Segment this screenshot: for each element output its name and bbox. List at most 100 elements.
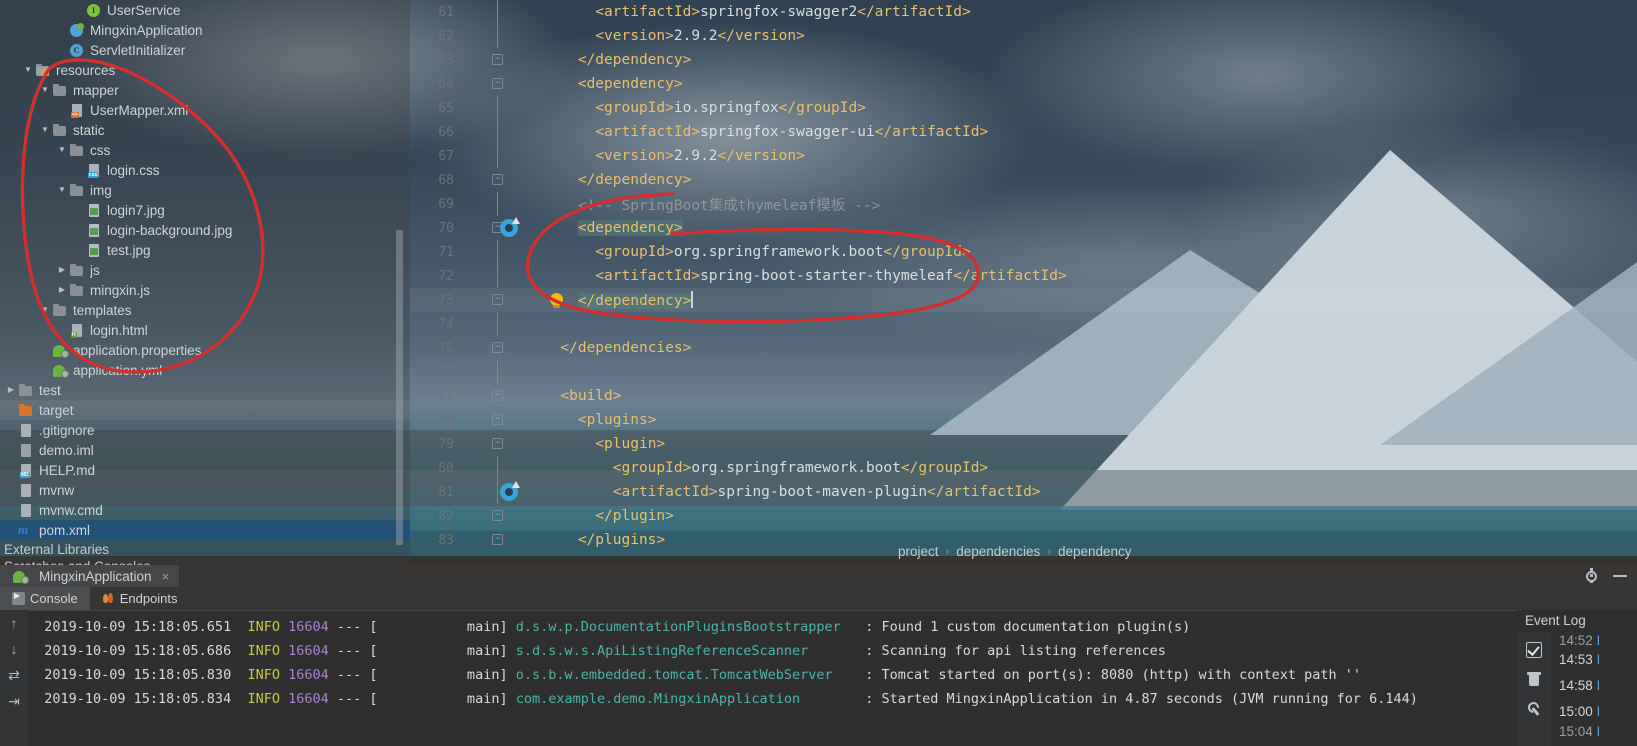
breadcrumb-item-dependency[interactable]: dependency <box>1058 544 1132 559</box>
fold-collapse-icon[interactable]: − <box>492 510 503 521</box>
tab-console[interactable]: Console <box>0 587 90 610</box>
gutter[interactable] <box>462 312 508 336</box>
tab-endpoints[interactable]: Endpoints <box>90 587 190 610</box>
breadcrumb[interactable]: project › dependencies › dependency <box>898 544 1132 559</box>
code-line-69[interactable]: 69 <!-- SpringBoot集成thymeleaf模板 --> <box>410 192 1637 216</box>
code-line-71[interactable]: 71 <groupId>org.springframework.boot</gr… <box>410 240 1637 264</box>
tree-item-login7-jpg[interactable]: login7.jpg <box>0 200 410 220</box>
gutter[interactable] <box>462 144 508 168</box>
tree-item-servletinitializer[interactable]: C ServletInitializer <box>0 40 410 60</box>
tree-item-test-jpg[interactable]: test.jpg <box>0 240 410 260</box>
event-log-link[interactable]: I <box>1597 652 1601 667</box>
code-line-77[interactable]: 77 − <build> <box>410 384 1637 408</box>
code-line-80[interactable]: 80 <groupId>org.springframework.boot</gr… <box>410 456 1637 480</box>
tree-item-help-md[interactable]: MD HELP.md <box>0 460 410 480</box>
tree-item-login-html[interactable]: Hlogin.html <box>0 320 410 340</box>
gutter[interactable] <box>462 360 508 384</box>
settings-wrench-icon[interactable] <box>1526 700 1542 716</box>
code-line-61[interactable]: 61 <artifactId>springfox-swagger2</artif… <box>410 0 1637 24</box>
spring-bean-gutter-icon[interactable] <box>500 217 520 237</box>
event-log-link[interactable]: I <box>1597 725 1601 738</box>
chevron-down-icon[interactable]: ▼ <box>38 86 52 94</box>
run-tab-mingxinapplication[interactable]: MingxinApplication × <box>0 565 180 587</box>
code-line-70[interactable]: 70− <dependency> <box>410 216 1637 240</box>
code-line-63[interactable]: 63 − </dependency> <box>410 48 1637 72</box>
gutter[interactable] <box>462 456 508 480</box>
tree-item-application-yml[interactable]: application.yml <box>0 360 410 380</box>
tree-item-templates[interactable]: ▼ templates <box>0 300 410 320</box>
tree-item-usermapper-xml[interactable]: <> UserMapper.xml <box>0 100 410 120</box>
tree-item-static[interactable]: ▼ static <box>0 120 410 140</box>
code-line-76[interactable]: 76 <box>410 360 1637 384</box>
tree-item-mvnw-cmd[interactable]: mvnw.cmd <box>0 500 410 520</box>
gutter[interactable]: − <box>462 336 508 360</box>
project-tree-scrollbar[interactable] <box>396 230 403 545</box>
tree-item-login-background-jpg[interactable]: login-background.jpg <box>0 220 410 240</box>
code-line-67[interactable]: 67 <version>2.9.2</version> <box>410 144 1637 168</box>
fold-collapse-icon[interactable]: − <box>492 294 503 305</box>
mark-read-icon[interactable] <box>1526 642 1542 658</box>
tree-item-login-css[interactable]: css login.css <box>0 160 410 180</box>
scroll-up-icon[interactable]: ↑ <box>11 616 18 630</box>
event-log-entries[interactable]: 14:52 I 14:53 I 14:58 I 15:00 I 15:04 I <box>1551 632 1637 746</box>
event-log-link[interactable]: I <box>1597 678 1601 693</box>
event-log-entry[interactable]: 15:04 I <box>1551 725 1637 738</box>
chevron-down-icon[interactable]: ▼ <box>55 186 69 194</box>
gutter[interactable]: − <box>462 504 508 528</box>
gutter[interactable] <box>462 24 508 48</box>
gutter[interactable]: − <box>462 288 563 312</box>
tree-item-mingxinapplication[interactable]: MingxinApplication <box>0 20 410 40</box>
tree-item-img[interactable]: ▼ img <box>0 180 410 200</box>
gear-icon[interactable] <box>1584 567 1599 585</box>
code-line-68[interactable]: 68 − </dependency> <box>410 168 1637 192</box>
project-tool-window[interactable]: I UserService MingxinApplication C ServletIn… <box>0 0 410 565</box>
chevron-right-icon[interactable]: ▶ <box>55 286 69 294</box>
intention-bulb-icon[interactable] <box>550 293 563 308</box>
chevron-down-icon[interactable]: ▼ <box>21 66 35 74</box>
gutter[interactable] <box>462 480 520 504</box>
soft-wrap-icon[interactable]: ⇄ <box>8 668 20 682</box>
event-log-link[interactable]: I <box>1597 704 1601 719</box>
gutter[interactable] <box>462 96 508 120</box>
tree-item-pom-xml[interactable]: m pom.xml <box>0 520 410 540</box>
fold-collapse-icon[interactable]: − <box>492 534 503 545</box>
external-libraries-node[interactable]: External Libraries <box>0 540 410 560</box>
chevron-down-icon[interactable]: ▼ <box>38 126 52 134</box>
chevron-down-icon[interactable]: ▼ <box>38 306 52 314</box>
gutter[interactable] <box>462 0 508 24</box>
tree-item-application-properties[interactable]: application.properties <box>0 340 410 360</box>
code-line-66[interactable]: 66 <artifactId>springfox-swagger-ui</art… <box>410 120 1637 144</box>
code-editor[interactable]: 61 <artifactId>springfox-swagger2</artif… <box>410 0 1637 565</box>
code-line-81[interactable]: 81 <artifactId>spring-boot-maven-plugin<… <box>410 480 1637 504</box>
gutter[interactable] <box>462 192 508 216</box>
minimize-icon[interactable] <box>1613 575 1627 577</box>
code-line-65[interactable]: 65 <groupId>io.springfox</groupId> <box>410 96 1637 120</box>
tree-item-demo-iml[interactable]: demo.iml <box>0 440 410 460</box>
tree-item-userservice[interactable]: I UserService <box>0 0 410 20</box>
gutter[interactable] <box>462 240 508 264</box>
fold-expand-icon[interactable]: − <box>492 390 503 401</box>
chevron-down-icon[interactable]: ▼ <box>55 146 69 154</box>
gutter[interactable] <box>462 264 508 288</box>
code-line-82[interactable]: 82 − </plugin> <box>410 504 1637 528</box>
code-line-74[interactable]: 74 <box>410 312 1637 336</box>
breadcrumb-item-project[interactable]: project <box>898 544 939 559</box>
code-line-78[interactable]: 78 − <plugins> <box>410 408 1637 432</box>
close-icon[interactable]: × <box>162 569 170 584</box>
scroll-down-icon[interactable]: ↓ <box>11 642 18 656</box>
event-log-entry[interactable]: 14:53 I <box>1551 647 1637 673</box>
code-line-72[interactable]: 72 <artifactId>spring-boot-starter-thyme… <box>410 264 1637 288</box>
code-line-79[interactable]: 79 − <plugin> <box>410 432 1637 456</box>
delete-icon[interactable] <box>1526 671 1542 687</box>
fold-collapse-icon[interactable]: − <box>492 174 503 185</box>
gutter[interactable]: − <box>462 528 508 552</box>
chevron-right-icon[interactable]: ▶ <box>55 266 69 274</box>
gutter[interactable]: − <box>462 384 508 408</box>
gutter[interactable]: − <box>462 216 520 240</box>
code-line-64[interactable]: 64 − <dependency> <box>410 72 1637 96</box>
tree-item-test[interactable]: ▶ test <box>0 380 410 400</box>
event-log-entry[interactable]: 15:00 I <box>1551 699 1637 725</box>
gutter[interactable]: − <box>462 432 508 456</box>
tree-item-mingxin-js[interactable]: ▶ mingxin.js <box>0 280 410 300</box>
chevron-right-icon[interactable]: ▶ <box>4 386 18 394</box>
